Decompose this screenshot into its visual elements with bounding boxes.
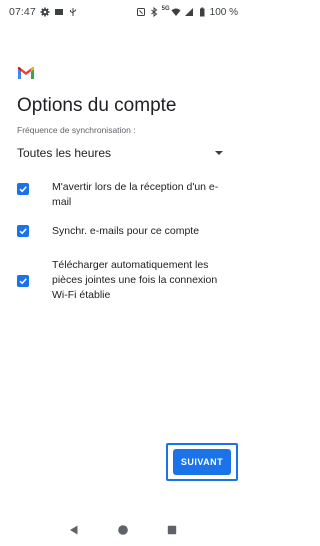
settings-icon [40, 7, 50, 17]
option-notify-email-label: M'avertir lors de la réception d'un e-ma… [52, 181, 219, 208]
bluetooth-icon [149, 7, 159, 17]
option-auto-download-attachments[interactable]: Télécharger automatiquement les pièces j… [17, 258, 232, 303]
status-bar-left: 07:47 [9, 6, 78, 18]
nfc-icon [136, 7, 146, 17]
checkmark-icon [19, 278, 27, 285]
status-time: 07:47 [9, 6, 36, 18]
battery-percent: 100 % [209, 6, 238, 18]
home-icon[interactable] [116, 523, 130, 537]
page-title: Options du compte [17, 95, 177, 116]
usb-icon [68, 7, 78, 17]
checkbox-notify-email[interactable] [17, 183, 29, 195]
option-auto-download-label: Télécharger automatiquement les pièces j… [52, 259, 218, 301]
sd-card-icon [54, 7, 64, 17]
recents-icon[interactable] [165, 523, 179, 537]
back-icon[interactable] [67, 523, 81, 537]
next-button[interactable]: SUIVANT [173, 449, 231, 475]
option-notify-email[interactable]: M'avertir lors de la réception d'un e-ma… [17, 180, 232, 210]
gmail-logo-icon [17, 66, 35, 80]
option-sync-email[interactable]: Synchr. e-mails pour ce compte [17, 224, 232, 239]
signal-icon [184, 7, 194, 17]
sync-frequency-select[interactable]: Toutes les heures [17, 140, 227, 166]
network-type: 5G [161, 6, 170, 12]
checkbox-auto-download[interactable] [17, 275, 29, 287]
account-options-screen: 07:47 5G 100 % Options du compte Fréquen… [0, 0, 246, 546]
system-nav-bar [0, 514, 246, 546]
sync-frequency-value: Toutes les heures [17, 146, 112, 160]
sync-frequency-label: Fréquence de synchronisation : [17, 125, 136, 135]
battery-icon [197, 7, 207, 17]
checkbox-sync-email[interactable] [17, 225, 29, 237]
checkmark-icon [19, 228, 27, 235]
option-sync-email-label: Synchr. e-mails pour ce compte [52, 225, 200, 237]
status-bar-right: 5G 100 % [136, 6, 238, 18]
status-bar: 07:47 5G 100 % [0, 0, 246, 24]
checkmark-icon [19, 186, 27, 193]
wifi-icon [171, 7, 181, 17]
dropdown-arrow-icon [215, 151, 223, 155]
